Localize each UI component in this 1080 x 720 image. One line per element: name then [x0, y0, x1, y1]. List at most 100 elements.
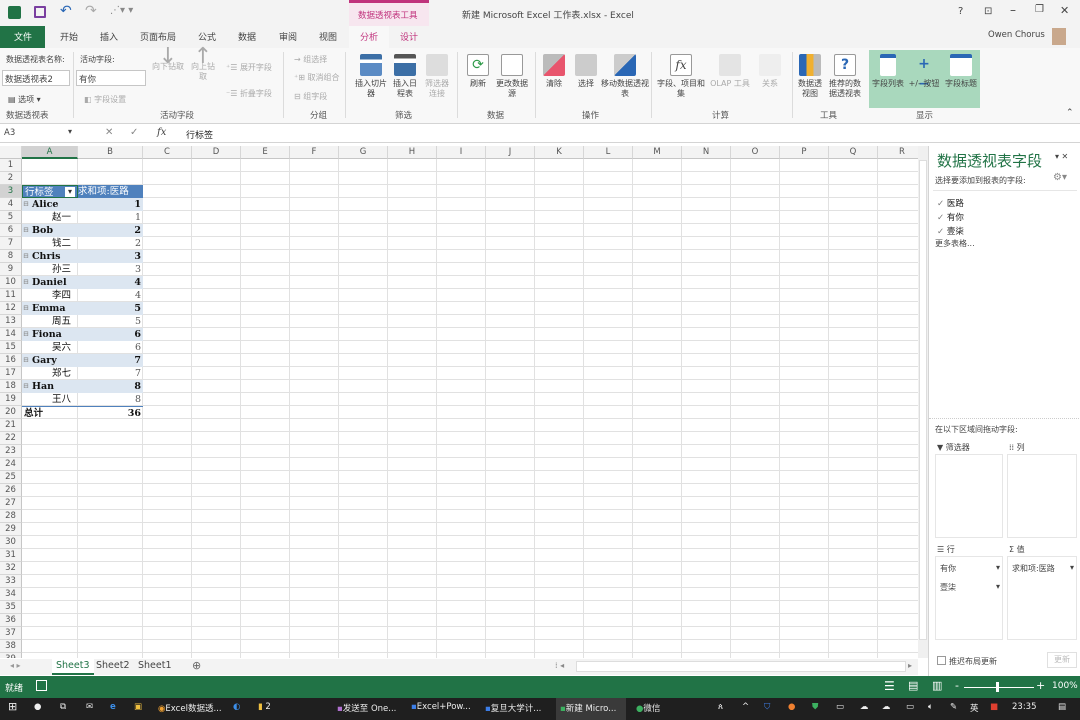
- field-list-button[interactable]: 字段列表: [870, 54, 906, 89]
- pivot-group-label[interactable]: Emma ⊟: [22, 302, 78, 315]
- row-header[interactable]: 13: [0, 315, 22, 328]
- notifications-icon[interactable]: ▤: [1058, 702, 1066, 712]
- olap-tools-button[interactable]: OLAP 工具: [709, 54, 751, 89]
- taskbar-item[interactable]: ▪Excel+Pow...: [407, 698, 477, 720]
- row-header[interactable]: 31: [0, 549, 22, 562]
- plus-minus-buttons-button[interactable]: +− +/- 按钮: [906, 54, 942, 92]
- checkbox-icon[interactable]: ✓: [937, 227, 947, 237]
- pivot-group-label[interactable]: Gary ⊟: [22, 354, 78, 367]
- row-header[interactable]: 5: [0, 211, 22, 224]
- redo-icon[interactable]: ↷: [85, 3, 97, 19]
- field-checkbox-item[interactable]: ✓ 壹柒: [937, 225, 964, 237]
- row-header[interactable]: 9: [0, 263, 22, 276]
- row-header[interactable]: 2: [0, 172, 22, 185]
- pivot-item-label[interactable]: 吴六: [22, 341, 78, 354]
- column-header[interactable]: K: [535, 146, 584, 159]
- row-header[interactable]: 20: [0, 406, 22, 419]
- pane-options-icon[interactable]: ▾ ✕: [1055, 152, 1068, 161]
- pivot-row-label-header[interactable]: 行标签 ▾: [22, 185, 78, 198]
- restore-button[interactable]: ❐: [1035, 4, 1044, 15]
- pivot-value[interactable]: 1: [78, 211, 143, 224]
- row-header[interactable]: 21: [0, 419, 22, 432]
- taskbar-item[interactable]: ▮ 2: [254, 698, 324, 720]
- pivot-item-label[interactable]: 周五: [22, 315, 78, 328]
- scrollbar-thumb[interactable]: [919, 160, 927, 640]
- tray-expand-icon[interactable]: ^: [742, 702, 749, 712]
- row-header[interactable]: 36: [0, 614, 22, 627]
- row-header[interactable]: 12: [0, 302, 22, 315]
- collapse-ribbon-icon[interactable]: ⌃: [1066, 108, 1074, 118]
- collapse-toggle-icon[interactable]: ⊟: [23, 224, 29, 237]
- close-button[interactable]: ✕: [1060, 4, 1069, 17]
- enter-icon[interactable]: ✓: [130, 127, 138, 138]
- tab-data[interactable]: 数据: [238, 30, 256, 43]
- start-icon[interactable]: ⊞: [8, 700, 17, 713]
- column-header[interactable]: O: [731, 146, 780, 159]
- pivot-value[interactable]: 7: [78, 367, 143, 380]
- relationships-button[interactable]: 关系: [756, 54, 784, 89]
- tab-review[interactable]: 审阅: [279, 30, 297, 43]
- customize-qat-icon[interactable]: ⋰▾ ▾: [110, 5, 133, 16]
- column-header[interactable]: F: [290, 146, 339, 159]
- tab-insert[interactable]: 插入: [100, 30, 118, 43]
- dropdown-arrow-icon[interactable]: ▾: [996, 563, 1000, 572]
- pivot-value[interactable]: 1: [78, 198, 143, 211]
- dropdown-arrow-icon[interactable]: ▾: [996, 582, 1000, 591]
- row-field-chip[interactable]: 有你 ▾: [940, 563, 1000, 574]
- row-header[interactable]: 17: [0, 367, 22, 380]
- active-field-input[interactable]: 有你: [76, 70, 146, 86]
- security-icon[interactable]: ⛉: [764, 702, 770, 712]
- row-header[interactable]: 33: [0, 575, 22, 588]
- zoom-slider-thumb[interactable]: [996, 682, 999, 692]
- pen-icon[interactable]: ✎: [950, 702, 957, 712]
- defender-icon[interactable]: ⛊: [812, 702, 818, 712]
- checkbox-icon[interactable]: ✓: [937, 213, 947, 223]
- pivot-group-label[interactable]: Alice ⊟: [22, 198, 78, 211]
- pivot-value[interactable]: 5: [78, 315, 143, 328]
- collapse-toggle-icon[interactable]: ⊟: [23, 302, 29, 315]
- row-header[interactable]: 10: [0, 276, 22, 289]
- row-header[interactable]: 23: [0, 445, 22, 458]
- cortana-icon[interactable]: ●: [34, 702, 41, 712]
- app-icon[interactable]: ◐: [233, 702, 240, 712]
- row-field-chip[interactable]: 壹柒 ▾: [940, 582, 1000, 593]
- row-header[interactable]: 39: [0, 653, 22, 658]
- column-header[interactable]: L: [584, 146, 633, 159]
- people-icon[interactable]: ጰ: [718, 702, 723, 712]
- select-button[interactable]: 选择: [572, 54, 600, 89]
- normal-view-icon[interactable]: ☰: [884, 679, 895, 693]
- column-header[interactable]: B: [78, 146, 143, 159]
- pivot-value[interactable]: 7: [78, 354, 143, 367]
- update-button[interactable]: 更新: [1047, 652, 1077, 668]
- row-header[interactable]: 8: [0, 250, 22, 263]
- field-checkbox-item[interactable]: ✓ 有你: [937, 211, 964, 223]
- row-header[interactable]: 34: [0, 588, 22, 601]
- column-header[interactable]: M: [633, 146, 682, 159]
- collapse-toggle-icon[interactable]: ⊟: [23, 250, 29, 263]
- zoom-slider[interactable]: [964, 687, 1034, 688]
- change-source-button[interactable]: 更改数据源: [494, 54, 530, 99]
- add-sheet-icon[interactable]: ⊕: [192, 659, 201, 672]
- row-header[interactable]: 1: [0, 159, 22, 172]
- formula-input[interactable]: 行标签: [186, 128, 213, 141]
- field-headers-button[interactable]: 字段标题: [942, 54, 980, 89]
- row-header[interactable]: 7: [0, 237, 22, 250]
- row-header[interactable]: 15: [0, 341, 22, 354]
- collapse-toggle-icon[interactable]: ⊟: [23, 354, 29, 367]
- ime-indicator[interactable]: 英: [970, 702, 979, 714]
- row-header[interactable]: 11: [0, 289, 22, 302]
- pivot-name-input[interactable]: 数据透视表2: [2, 70, 70, 86]
- insert-timeline-button[interactable]: 插入日程表: [390, 54, 420, 99]
- row-header[interactable]: 16: [0, 354, 22, 367]
- pivot-value[interactable]: 6: [78, 328, 143, 341]
- pivot-item-label[interactable]: 赵一: [22, 211, 78, 224]
- display-icon[interactable]: ▭: [836, 702, 844, 712]
- help-button[interactable]: ?: [958, 6, 963, 17]
- refresh-button[interactable]: ⟳ 刷新: [464, 54, 492, 89]
- row-header[interactable]: 3: [0, 185, 22, 198]
- clear-button[interactable]: 清除: [540, 54, 568, 89]
- checkbox-icon[interactable]: ✓: [937, 199, 947, 209]
- recommended-pivot-button[interactable]: ? 推荐的数据透视表: [826, 54, 864, 99]
- group-selection-button[interactable]: → 组选择: [294, 54, 327, 65]
- avatar[interactable]: [1052, 28, 1066, 45]
